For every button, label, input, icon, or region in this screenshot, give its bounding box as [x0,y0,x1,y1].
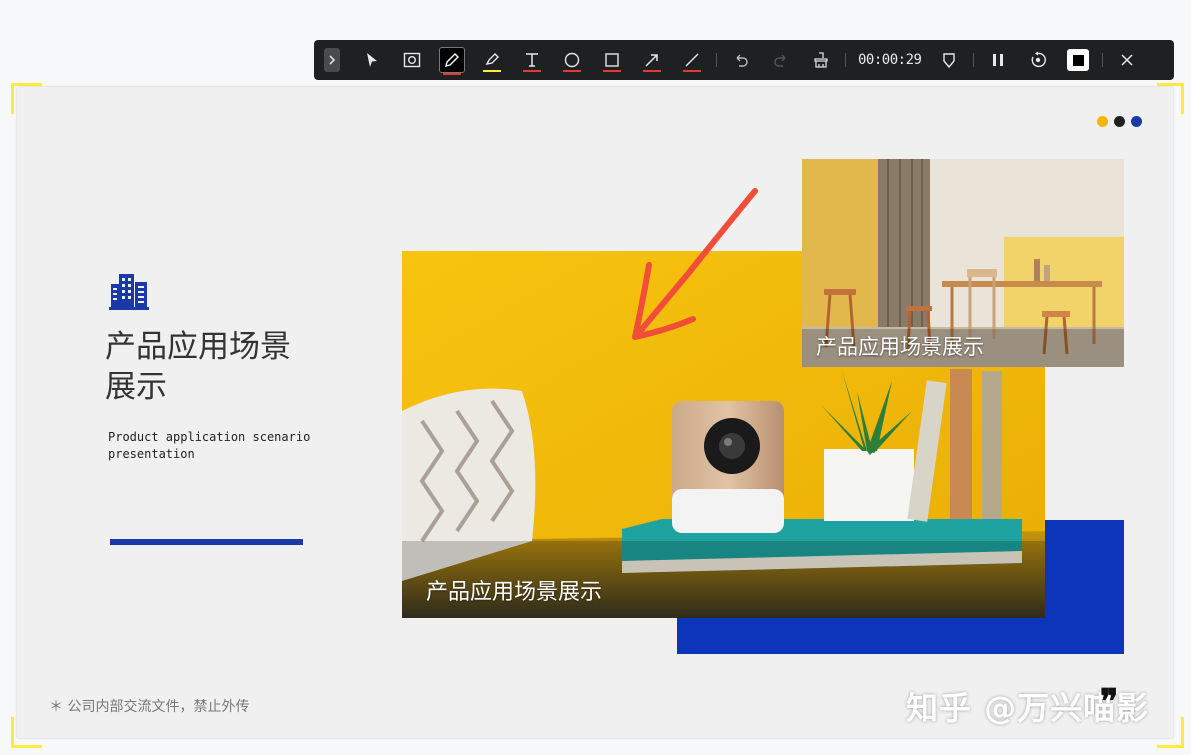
text-tool-button[interactable] [512,40,552,80]
highlighter-icon [485,53,499,65]
screenshot-tool-button[interactable] [392,40,432,80]
circle-icon [564,52,580,68]
eraser-icon [814,52,828,68]
ellipse-color-indicator [563,70,581,72]
dining-room-photo: 产品应用场景展示 [802,159,1124,367]
blue-dot [1131,116,1142,127]
recording-toolbar: 00:00:29 [314,40,1174,80]
pause-icon [993,54,1004,66]
decorative-dots [1097,116,1142,127]
spotlight-button[interactable] [929,40,969,80]
shield-icon [943,53,956,69]
slide-footer-note: ＊ 公司内部交流文件，禁止外传 [49,699,250,715]
pen-tool-button[interactable] [432,40,472,80]
toolbar-divider [845,53,846,67]
ellipse-tool-button[interactable] [552,40,592,80]
text-color-indicator [523,70,541,72]
slide-title: 产品应用场景展示 [105,329,291,405]
yellow-dot [1097,116,1108,127]
main-photo-caption: 产品应用场景展示 [426,580,603,605]
restart-icon [1032,51,1047,68]
slide-subtitle: Product application scenario presentatio… [108,430,311,461]
highlighter-color-indicator [483,70,501,72]
highlighter-tool-button[interactable] [472,40,512,80]
title-underline [110,539,303,545]
line-tool-button[interactable] [672,40,712,80]
expand-button[interactable] [324,48,340,72]
quote-mark-icon: ❞ [1100,682,1119,722]
toolbar-divider [716,53,717,67]
restart-button[interactable] [1018,40,1058,80]
pencil-icon [445,53,459,67]
rectangle-color-indicator [603,70,621,72]
presentation-slide: 产品应用场景展示 Product application scenario pr… [17,87,1173,738]
pen-color-indicator [443,73,461,75]
pen-annotation-arrow [632,188,758,340]
line-color-indicator [683,70,701,72]
stop-icon [1067,49,1090,71]
text-icon [526,53,538,67]
redo-icon [774,54,786,67]
toolbar-divider [1102,53,1104,67]
arrow-icon [645,54,658,67]
top-photo-caption: 产品应用场景展示 [816,335,984,359]
camera-icon [403,52,421,68]
eraser-button[interactable] [801,40,841,80]
redo-button[interactable] [761,40,801,80]
close-icon [1121,54,1133,66]
arrow-color-indicator [643,70,661,72]
rectangle-tool-button[interactable] [592,40,632,80]
undo-button[interactable] [721,40,761,80]
stop-button[interactable] [1058,40,1098,80]
select-tool-button[interactable] [352,40,392,80]
recording-timer: 00:00:29 [858,52,922,68]
chevron-right-icon [329,55,336,65]
arrow-tool-button[interactable] [632,40,672,80]
toolbar-divider [973,53,975,67]
building-icon [109,274,149,310]
undo-icon [736,54,748,67]
pause-button[interactable] [978,40,1018,80]
black-dot [1114,116,1125,127]
line-icon [685,53,699,67]
cursor-icon [367,53,377,67]
close-button[interactable] [1107,40,1147,80]
square-icon [605,53,619,67]
